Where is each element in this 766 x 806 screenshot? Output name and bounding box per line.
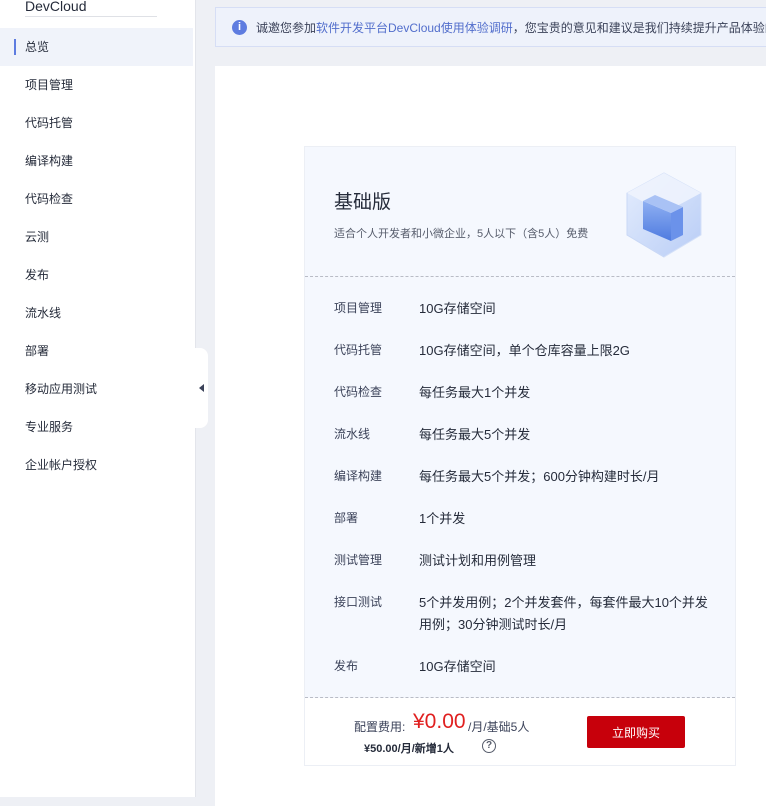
feature-name: 代码托管	[334, 343, 383, 357]
feature-value: 测试计划和用例管理	[419, 553, 537, 568]
notice-banner: i 诚邀您参加软件开发平台DevCloud使用体验调研，您宝贵的意见和建议是我们…	[215, 7, 766, 47]
sidebar-item-release[interactable]: 发布	[0, 256, 195, 294]
sidebar-item-pipeline[interactable]: 流水线	[0, 294, 195, 332]
sidebar-item-enterprise-auth[interactable]: 企业帐户授权	[0, 446, 195, 484]
sidebar-item-mobile-test[interactable]: 移动应用测试	[0, 370, 195, 408]
price-amount: ¥0.00	[413, 710, 466, 733]
sidebar-item-overview[interactable]: 总览	[0, 28, 193, 66]
feature-value: 10G存储空间	[419, 301, 496, 316]
help-icon[interactable]: ?	[482, 739, 496, 753]
feature-value: 每任务最大1个并发	[419, 385, 531, 400]
sidebar-item-code-hosting[interactable]: 代码托管	[0, 104, 195, 142]
sidebar-item-build[interactable]: 编译构建	[0, 142, 195, 180]
sidebar-item-cloud-test[interactable]: 云测	[0, 218, 195, 256]
sidebar-menu: 总览 项目管理 代码托管 编译构建 代码检查 云测 发布 流水线 部署 移动应用…	[0, 28, 195, 484]
plan-card: 基础版 适合个人开发者和小微企业，5人以下（含5人）免费 项目管理 10G存储空…	[304, 146, 736, 766]
feature-name: 代码检查	[334, 385, 383, 399]
feature-value: 5个并发用例；2个并发套件，每套件最大10个并发用例；30分钟测试时长/月	[419, 595, 708, 632]
brand-title: DevCloud	[25, 0, 157, 17]
plan-header: 基础版 适合个人开发者和小微企业，5人以下（含5人）免费	[305, 147, 735, 276]
survey-link[interactable]: 软件开发平台DevCloud使用体验调研	[316, 21, 513, 35]
feature-value: 1个并发	[419, 511, 466, 526]
notice-text: 诚邀您参加软件开发平台DevCloud使用体验调研，您宝贵的意见和建议是我们持续…	[256, 19, 766, 36]
sidebar-item-deploy[interactable]: 部署	[0, 332, 195, 370]
feature-name: 部署	[334, 511, 359, 525]
feature-name: 测试管理	[334, 553, 383, 567]
sidebar-item-pro-services[interactable]: 专业服务	[0, 408, 195, 446]
extra-user-price: ¥50.00/月/新增1人	[364, 743, 454, 755]
sidebar-collapse-handle[interactable]	[195, 348, 208, 428]
feature-name: 编译构建	[334, 469, 383, 483]
feature-value: 每任务最大5个并发；600分钟构建时长/月	[419, 469, 660, 484]
plan-footer: 配置费用: ¥0.00 /月/基础5人 ¥50.00/月/新增1人 ? 立即购买	[305, 698, 735, 765]
buy-now-button[interactable]: 立即购买	[587, 716, 685, 748]
price-label: 配置费用:	[354, 720, 406, 734]
feature-value: 每任务最大5个并发	[419, 427, 531, 442]
sidebar-item-project-management[interactable]: 项目管理	[0, 66, 195, 104]
cube-illustration-icon	[626, 172, 702, 258]
sidebar: DevCloud 总览 项目管理 代码托管 编译构建 代码检查 云测 发布 流水…	[0, 0, 196, 797]
notice-suffix: ，您宝贵的意见和建议是我们持续提升产品体验的动力	[512, 20, 766, 35]
feature-name: 流水线	[334, 427, 371, 441]
plan-name: 基础版	[334, 192, 392, 213]
feature-name: 接口测试	[334, 595, 383, 609]
plan-description: 适合个人开发者和小微企业，5人以下（含5人）免费	[334, 228, 589, 240]
feature-name: 发布	[334, 659, 359, 673]
feature-name: 项目管理	[334, 301, 383, 315]
price-unit: /月/基础5人	[468, 720, 530, 734]
header-divider	[305, 276, 735, 277]
feature-value: 10G存储空间，单个仓库容量上限2G	[419, 343, 630, 358]
sidebar-item-code-check[interactable]: 代码检查	[0, 180, 195, 218]
notice-prefix: 诚邀您参加	[256, 20, 317, 35]
info-icon: i	[232, 19, 247, 35]
caret-left-icon	[198, 384, 204, 392]
feature-value: 10G存储空间	[419, 659, 496, 674]
